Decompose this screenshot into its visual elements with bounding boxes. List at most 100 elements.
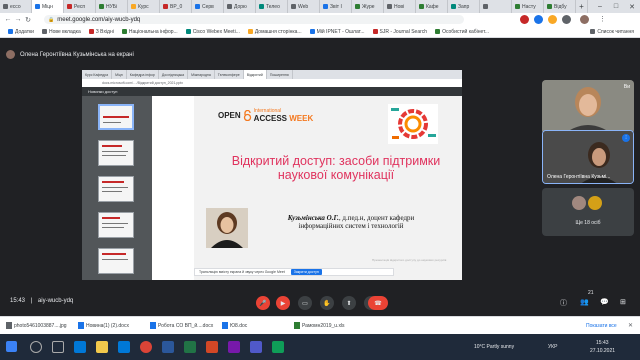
- browser-tab[interactable]: Дорю: [224, 0, 256, 13]
- browser-tab[interactable]: Журе: [352, 0, 384, 13]
- stop-sharing-button[interactable]: Закрити доступ: [290, 269, 322, 275]
- excel-icon[interactable]: [184, 341, 196, 353]
- reload-icon[interactable]: ↻: [23, 16, 33, 24]
- url-input[interactable]: 🔒 meet.google.com/aiy-wucb-ydq: [44, 15, 464, 24]
- minimize-icon[interactable]: –: [592, 0, 608, 13]
- profile-avatar[interactable]: [580, 15, 589, 24]
- browser-tab[interactable]: [480, 0, 512, 13]
- show-all-downloads-link[interactable]: Показати все: [586, 323, 617, 329]
- browser-tab[interactable]: Відбу: [544, 0, 576, 13]
- browser-tab[interactable]: Респ: [64, 0, 96, 13]
- taskbar-time[interactable]: 15:43: [596, 340, 609, 346]
- others-label: Ще 18 осіб: [575, 220, 601, 226]
- extension-icon[interactable]: [534, 15, 543, 24]
- extension-icon[interactable]: [548, 15, 557, 24]
- chrome-icon[interactable]: [140, 341, 152, 353]
- browser-tab[interactable]: Запр: [448, 0, 480, 13]
- shared-screen: Курс Кафедрa Мiцн Кафедра інфор Дослідницьк…: [82, 70, 462, 280]
- browser-tab[interactable]: Мiцн: [32, 0, 64, 13]
- taskbar-date[interactable]: 27.10.2021: [590, 348, 615, 354]
- bookmark-item[interactable]: Нове вкладка: [41, 29, 81, 35]
- leave-call-button[interactable]: ☎: [368, 296, 388, 310]
- bookmark-item[interactable]: Особистий кабінет...: [435, 29, 489, 35]
- bookmark-item[interactable]: Домашня сторінка...: [247, 29, 302, 35]
- onenote-icon[interactable]: [228, 341, 240, 353]
- download-item[interactable]: Новина(1) (2).docx: [78, 322, 144, 329]
- chat-icon[interactable]: 💬: [600, 298, 609, 306]
- tab-favicon-icon: [227, 4, 232, 9]
- present-button[interactable]: ⬆: [342, 296, 356, 310]
- browser-tab[interactable]: Телео: [256, 0, 288, 13]
- task-view-icon[interactable]: [52, 341, 64, 353]
- menu-icon[interactable]: ⋮: [598, 15, 607, 24]
- participant-count: 21: [588, 290, 594, 296]
- captions-button[interactable]: ▭: [298, 296, 312, 310]
- download-item[interactable]: photo5461003887....jpg: [6, 322, 72, 329]
- browser-tab[interactable]: Звіт I: [320, 0, 352, 13]
- tab-favicon-icon: [515, 4, 520, 9]
- tab-favicon-icon: [99, 4, 104, 9]
- info-icon[interactable]: ⓘ: [560, 298, 567, 308]
- raise-hand-button[interactable]: ✋: [320, 296, 334, 310]
- browser-tab[interactable]: Кафе: [416, 0, 448, 13]
- extension-icon[interactable]: [520, 15, 529, 24]
- other-participants-tile[interactable]: Ще 18 осіб: [542, 188, 634, 236]
- edge-icon[interactable]: [74, 341, 86, 353]
- bookmark-label: Cisco Webex Meeti...: [192, 28, 240, 35]
- back-icon[interactable]: ←: [3, 16, 13, 23]
- browser-tab[interactable]: Серв: [192, 0, 224, 13]
- download-item[interactable]: Робота СО ВП_й....docx: [150, 322, 216, 329]
- windows-start-icon[interactable]: [6, 341, 17, 352]
- language-indicator[interactable]: УКР: [548, 344, 557, 350]
- download-filename: Рамомн2019_u.xls: [302, 322, 345, 329]
- bookmark-item[interactable]: Cisco Webex Meeti...: [185, 28, 240, 35]
- download-item[interactable]: Рамомн2019_u.xls: [294, 322, 360, 329]
- meet-icon[interactable]: [272, 341, 284, 353]
- bookmark-label: Список читання: [597, 28, 634, 35]
- bookmark-item[interactable]: Додатки: [8, 29, 34, 35]
- powerpoint-icon[interactable]: [206, 341, 218, 353]
- browser-tab[interactable]: НУБі: [96, 0, 128, 13]
- tab-label: НУБі: [106, 3, 118, 10]
- maximize-icon[interactable]: □: [608, 0, 624, 13]
- download-filename: photo5461003887....jpg: [14, 322, 67, 329]
- file-icon: [6, 322, 12, 329]
- people-icon[interactable]: 👥: [580, 298, 589, 306]
- browser-tab[interactable]: ессо: [0, 0, 32, 13]
- browser-tab[interactable]: Web: [288, 0, 320, 13]
- bookmark-item[interactable]: Список читання: [590, 29, 634, 35]
- mic-off-button[interactable]: 🎤: [256, 296, 270, 310]
- browser-tab[interactable]: Насту: [512, 0, 544, 13]
- weather-text[interactable]: 10°C Partly sunny: [474, 344, 514, 350]
- close-downloads-icon[interactable]: ✕: [628, 322, 633, 329]
- bookmark-icon: [121, 29, 127, 34]
- word-icon[interactable]: [162, 341, 174, 353]
- browser-tab[interactable]: Курс: [128, 0, 160, 13]
- downloads-bar: photo5461003887....jpg Новина(1) (2).docx…: [0, 316, 640, 334]
- camera-off-button[interactable]: ▶: [276, 296, 290, 310]
- bookmark-label: Особистий кабінет...: [442, 28, 490, 35]
- self-video-tile[interactable]: Ви: [542, 80, 634, 134]
- file-icon: [222, 322, 228, 329]
- bookmark-item[interactable]: Національна інфор...: [121, 29, 178, 35]
- download-item[interactable]: Ю8.doc: [222, 322, 288, 329]
- tab-favicon-icon: [547, 4, 552, 9]
- forward-icon[interactable]: →: [13, 16, 23, 23]
- search-icon[interactable]: [30, 341, 42, 353]
- browser-tab[interactable]: ВР_0: [160, 0, 192, 13]
- presenter-video-tile[interactable]: Олена Геронтіївна Кузьмі... ⫶: [542, 130, 634, 184]
- puzzle-icon[interactable]: [562, 15, 571, 24]
- store-icon[interactable]: [118, 341, 130, 353]
- activities-icon[interactable]: ⊞: [620, 298, 626, 306]
- bookmark-item[interactable]: З Вхідні: [88, 29, 114, 35]
- tab-label: Телео: [266, 3, 280, 10]
- new-tab-button[interactable]: +: [576, 0, 588, 13]
- browser-tab[interactable]: Нові: [384, 0, 416, 13]
- tab-label: Дорю: [234, 3, 247, 10]
- file-explorer-icon[interactable]: [96, 341, 108, 353]
- bookmark-item[interactable]: Мій IPNET - Ошлат...: [309, 29, 365, 35]
- teams-icon[interactable]: [250, 341, 262, 353]
- slide-thumbnail: [98, 140, 134, 166]
- close-window-icon[interactable]: ✕: [624, 0, 640, 13]
- bookmark-item[interactable]: SJR - Journal Search: [372, 29, 427, 35]
